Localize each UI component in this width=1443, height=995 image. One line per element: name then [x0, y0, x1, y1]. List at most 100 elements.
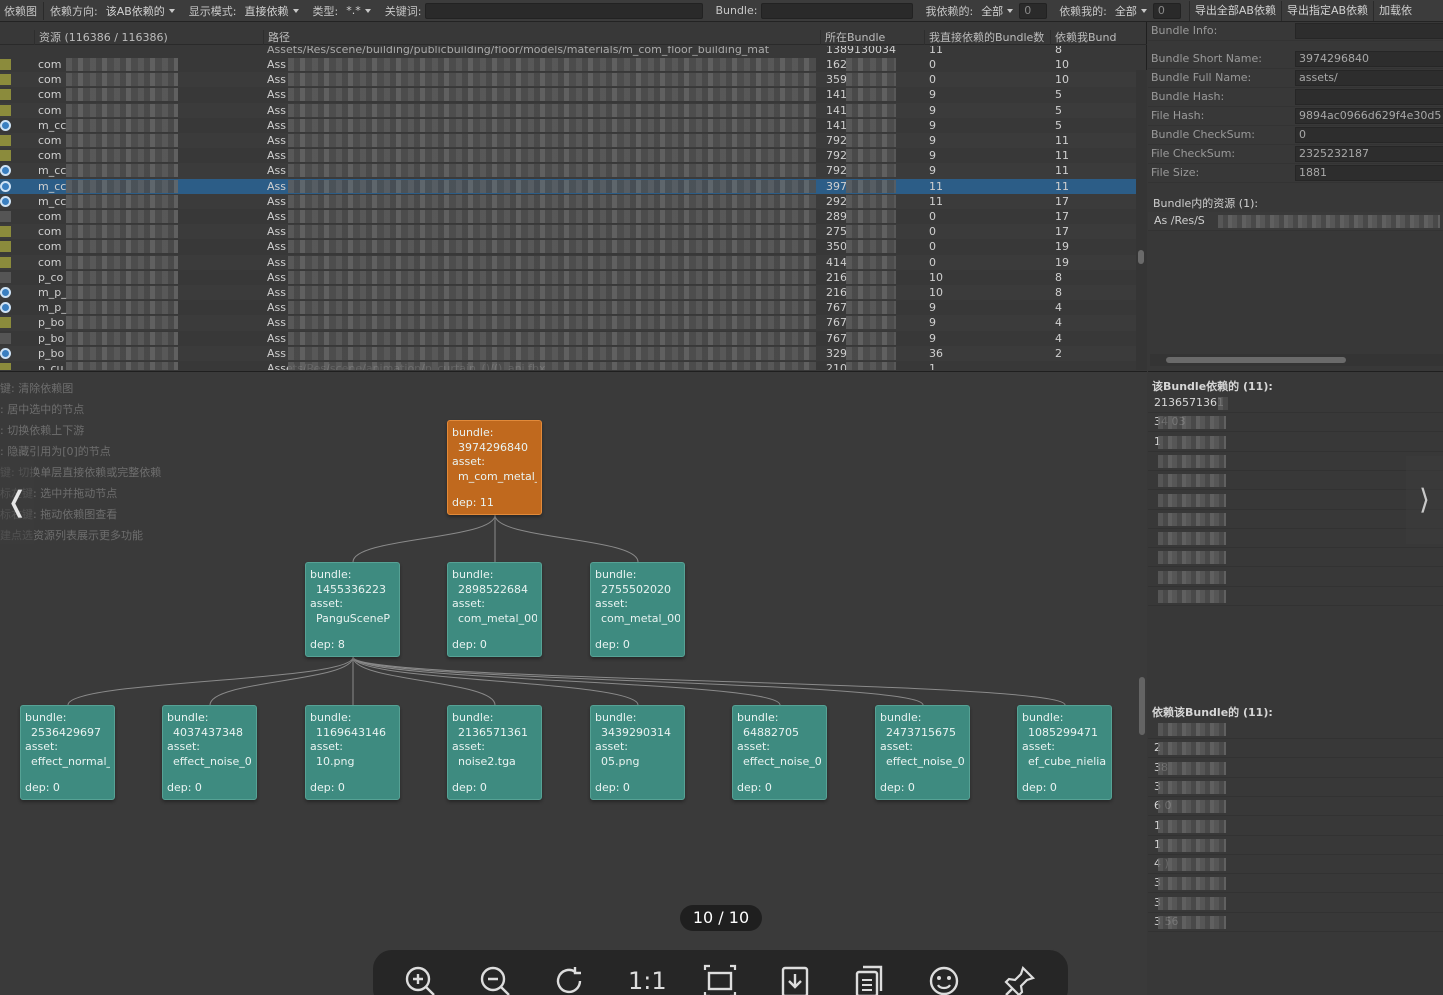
table-row[interactable]: com Ass 414 0 19	[0, 254, 1136, 270]
info-hscrollbar[interactable]	[1150, 354, 1443, 366]
column-header-path[interactable]: 路径	[263, 30, 820, 45]
graph-node[interactable]: bundle: 2473715675 asset: effect_noise_0 dep…	[875, 705, 970, 800]
info-field-value[interactable]: 0	[1295, 127, 1443, 143]
table-row[interactable]: com Ass 350 0 19	[0, 239, 1136, 254]
table-row[interactable]: m_cc Ass 292 11 17	[0, 193, 1136, 209]
dependency-item[interactable]	[1148, 491, 1443, 510]
my-deps-count-field[interactable]: 0	[1019, 2, 1048, 19]
info-field-value[interactable]: 9894ac0966d629f4e30d5	[1295, 108, 1443, 124]
info-field-value[interactable]: 2325232187	[1295, 146, 1443, 162]
column-header-my-deps[interactable]: 我直接依赖的Bundle数	[924, 30, 1050, 45]
deps-me-count-field[interactable]: 0	[1152, 2, 1181, 19]
graph-node[interactable]: bundle: 2898522684 asset: com_metal_00 dep: …	[447, 562, 542, 657]
dependency-item[interactable]: 3	[1148, 778, 1443, 797]
bundle-asset-item[interactable]: As /Res/S	[1148, 212, 1443, 231]
export-selected-button[interactable]: 导出指定AB依赖	[1280, 0, 1373, 21]
rotate-icon[interactable]	[553, 964, 587, 995]
table-row[interactable]: com Ass 141 9 5	[0, 87, 1136, 102]
fit-screen-icon[interactable]	[703, 964, 737, 995]
deps-me-dropdown[interactable]: 全部	[1111, 2, 1151, 19]
copy-icon[interactable]	[853, 964, 887, 995]
download-icon[interactable]	[778, 964, 812, 995]
table-row[interactable]: p_co Ass 216 10 8	[0, 270, 1136, 285]
dependency-item[interactable]: 3	[1148, 874, 1443, 894]
graph-node[interactable]: bundle: 1085299471 asset: ef_cube_nieliai de…	[1017, 705, 1112, 800]
column-header-bundle[interactable]: 所在Bundle	[820, 30, 924, 45]
table-row[interactable]: com Ass 162 0 10	[0, 57, 1136, 72]
table-row[interactable]: p_cuAssets/Res/scene/animation/p_curtain…	[0, 361, 1136, 370]
scroll-thumb[interactable]	[1139, 677, 1145, 735]
dependency-item[interactable]	[1148, 471, 1443, 491]
dependency-item[interactable]	[1148, 452, 1443, 471]
table-scrollbar[interactable]	[1136, 70, 1147, 370]
table-row[interactable]: com Ass 289 0 17	[0, 209, 1136, 224]
column-header-deps-me[interactable]: 依赖我Bund	[1050, 30, 1136, 45]
graph-node[interactable]: bundle: 2755502020 asset: com_metal_00 dep: …	[590, 562, 685, 657]
dependency-item[interactable]: 1	[1148, 836, 1443, 855]
actual-size-button[interactable]: 1:1	[628, 964, 667, 995]
scroll-thumb[interactable]	[1138, 250, 1144, 264]
table-row[interactable]: m_cc Ass 397 11 11	[0, 178, 1136, 194]
zoom-in-icon[interactable]	[403, 964, 437, 995]
dependency-item[interactable]: 2136571361	[1148, 394, 1443, 413]
dependency-item[interactable]	[1148, 510, 1443, 529]
export-all-button[interactable]: 导出全部AB依赖	[1188, 0, 1281, 21]
scroll-thumb[interactable]	[1166, 357, 1346, 363]
emoji-icon[interactable]	[928, 964, 962, 995]
graph-node[interactable]: bundle: 1455336223 asset: PanguSceneP dep: 8	[305, 562, 400, 657]
type-dropdown[interactable]: *.*	[342, 2, 375, 19]
dependency-item[interactable]: 3 56	[1148, 913, 1443, 932]
table-row[interactable]: m_cc Ass 792 9 11	[0, 163, 1136, 179]
graph-node[interactable]: bundle: 64882705 asset: effect_noise_0 dep: …	[732, 705, 827, 800]
table-row[interactable]: m_p_ Ass 767 9 4	[0, 300, 1136, 315]
mode-dropdown[interactable]: 直接依赖	[241, 2, 303, 19]
table-row[interactable]: com Ass 792 9 11	[0, 148, 1136, 163]
load-deps-button[interactable]: 加载依	[1373, 0, 1417, 21]
table-row[interactable]: com Ass 141 9 5	[0, 102, 1136, 118]
graph-node[interactable]: bundle: 2536429697 asset: effect_normal_ dep…	[20, 705, 115, 800]
table-row[interactable]: p_bo Ass 767 9 4	[0, 331, 1136, 346]
table-row[interactable]: com Ass 792 9 11	[0, 133, 1136, 149]
dependency-graph[interactable]: 键: 清除依赖图: 居中选中的节点: 切换依赖上下游: 隐藏引用为[0]的节点键…	[0, 371, 1147, 995]
graph-node[interactable]: bundle: 1169643146 asset: 10.png dep: 0	[305, 705, 400, 800]
pin-icon[interactable]	[1003, 964, 1037, 995]
dependency-item[interactable]	[1148, 587, 1443, 606]
dependency-item[interactable]	[1148, 720, 1443, 739]
table-row[interactable]: m_p_ Ass 216 10 8	[0, 285, 1136, 301]
graph-scrollbar[interactable]	[1137, 375, 1147, 995]
dependency-item[interactable]: 4 )	[1148, 855, 1443, 875]
dependency-item[interactable]: 3	[1148, 894, 1443, 913]
dependency-item[interactable]: 34 03	[1148, 413, 1443, 433]
info-field-value[interactable]: 3974296840	[1295, 51, 1443, 67]
graph-node[interactable]: bundle: 4037437348 asset: effect_noise_0 dep…	[162, 705, 257, 800]
graph-node[interactable]: bundle: 2136571361 asset: noise2.tga dep: 0	[447, 705, 542, 800]
dependency-item[interactable]: 38	[1148, 759, 1443, 778]
dependency-item[interactable]: 2	[1148, 739, 1443, 759]
info-field-value[interactable]: 1881	[1295, 165, 1443, 181]
prev-image-button[interactable]: ❬	[0, 460, 34, 544]
direction-dropdown[interactable]: 该AB依赖的	[102, 2, 179, 19]
table-row[interactable]: m_cc Ass 141 9 5	[0, 118, 1136, 133]
table-row[interactable]: com Ass 275 0 17	[0, 224, 1136, 240]
info-field-value[interactable]	[1295, 89, 1443, 105]
column-header-resource[interactable]: 资源 (116386 / 116386)	[34, 30, 262, 45]
dependency-item[interactable]	[1148, 529, 1443, 549]
table-row[interactable]: com Ass 359 0 10	[0, 72, 1136, 88]
dependency-item[interactable]: 6 0	[1148, 797, 1443, 817]
bundle-input[interactable]	[761, 2, 914, 19]
graph-node-root[interactable]: bundle: 3974296840 asset: m_com_metal_(dep:…	[447, 420, 542, 515]
table-row[interactable]: p_bo Ass 329 36 2	[0, 345, 1136, 361]
graph-node[interactable]: bundle: 3439290314 asset: 05.png dep: 0	[590, 705, 685, 800]
keyword-input[interactable]	[425, 2, 704, 19]
dependency-item[interactable]	[1148, 568, 1443, 587]
table-row[interactable]: p_bo Ass 767 9 4	[0, 315, 1136, 331]
next-image-button[interactable]: ⟩	[1406, 456, 1443, 544]
view-tab[interactable]: 依赖图	[0, 3, 41, 19]
info-field-value[interactable]: assets/	[1295, 70, 1443, 86]
dependency-item[interactable]	[1148, 548, 1443, 568]
dependency-item[interactable]: 1	[1148, 817, 1443, 836]
my-deps-dropdown[interactable]: 全部	[977, 2, 1017, 19]
table-row[interactable]: Assets/Res/scene/building/publicbuilding…	[0, 46, 1136, 57]
zoom-out-icon[interactable]	[478, 964, 512, 995]
dependency-item[interactable]: 1	[1148, 433, 1443, 452]
